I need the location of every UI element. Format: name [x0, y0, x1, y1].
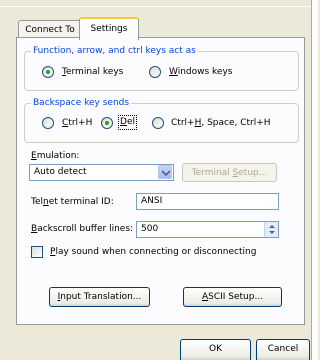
chevron-down-icon: [162, 170, 170, 176]
tab-settings-label: Settings: [90, 24, 128, 34]
backscroll-value: 500: [141, 224, 159, 234]
telnet-terminal-id-label: Telnet terminal ID:: [31, 197, 114, 207]
spin-arrows-icon: [269, 225, 275, 234]
terminal-keys-radio[interactable]: [42, 66, 54, 78]
backscroll-input[interactable]: 500: [136, 221, 279, 238]
emulation-value: Auto detect: [34, 167, 87, 177]
del-radio[interactable]: [101, 117, 113, 129]
ctrl-h-label[interactable]: Ctrl+H: [62, 117, 92, 129]
cancel-button[interactable]: Cancel: [256, 339, 310, 360]
radio-selected-dot: [46, 70, 50, 74]
emulation-select[interactable]: Auto detect: [29, 164, 174, 181]
telnet-terminal-id-value: ANSI: [141, 196, 163, 206]
backscroll-spinner[interactable]: [264, 222, 278, 237]
input-translation-button[interactable]: Input Translation...: [49, 287, 150, 307]
terminal-setup-button[interactable]: Terminal Setup...: [182, 163, 277, 182]
ok-button[interactable]: OK: [180, 339, 251, 360]
window-right-edge: [311, 0, 318, 360]
play-sound-label[interactable]: Play sound when connecting or disconnect…: [50, 246, 256, 258]
ctrl-h-radio[interactable]: [42, 117, 54, 129]
radio-selected-dot: [105, 121, 109, 125]
emulation-label: Emulation:: [31, 151, 80, 161]
function-keys-group-title: Function, arrow, and ctrl keys act as: [31, 45, 198, 57]
emulation-dropdown-button[interactable]: [158, 165, 172, 179]
telnet-terminal-id-input[interactable]: ANSI: [136, 193, 279, 210]
backscroll-label: Backscroll buffer lines:: [31, 224, 134, 234]
tab-connect-to-label: Connect To: [25, 25, 75, 35]
window-top-edge: [0, 0, 317, 7]
windows-keys-radio[interactable]: [149, 66, 161, 78]
ascii-setup-button[interactable]: ASCII Setup...: [183, 287, 282, 307]
tab-settings[interactable]: Settings: [79, 17, 139, 40]
windows-keys-label[interactable]: Windows keys: [169, 66, 232, 78]
del-label[interactable]: Del: [118, 115, 137, 130]
ctrl-h-space-label[interactable]: Ctrl+H, Space, Ctrl+H: [171, 117, 271, 129]
ctrl-h-space-radio[interactable]: [152, 117, 164, 129]
play-sound-checkbox[interactable]: [31, 246, 43, 258]
backspace-group-title: Backspace key sends: [31, 97, 132, 109]
terminal-keys-label[interactable]: Terminal keys: [62, 66, 123, 78]
